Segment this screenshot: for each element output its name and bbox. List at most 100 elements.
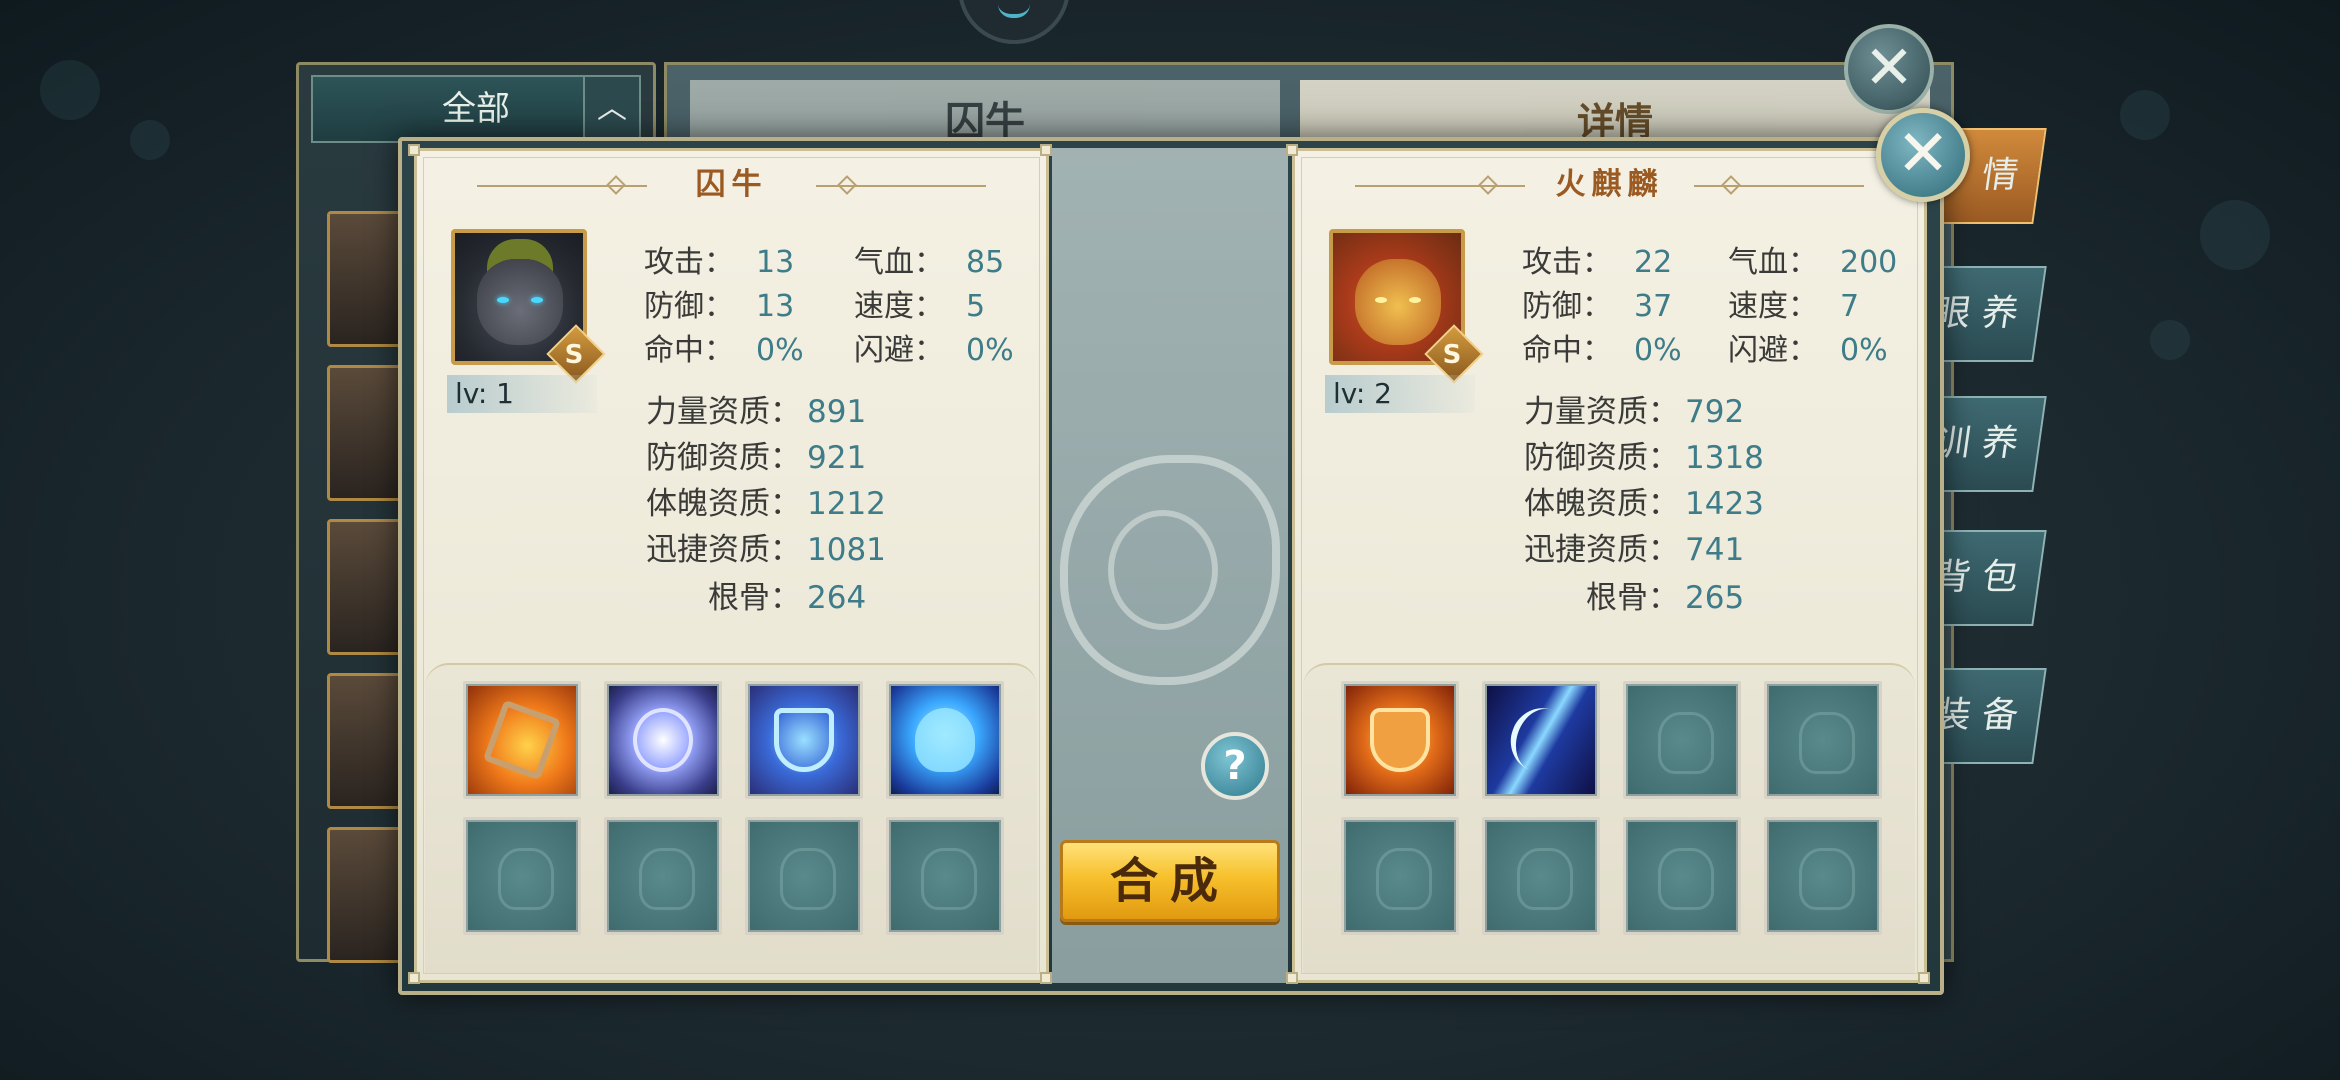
stat-speed: 速度： 7 (1728, 285, 1859, 329)
empty-skill-slot[interactable] (1623, 817, 1741, 935)
empty-skill-slot[interactable] (1764, 681, 1882, 799)
stat-label: 命中： (644, 333, 734, 368)
close-icon[interactable]: ✕ (1876, 108, 1970, 202)
corner-ornament (1918, 972, 1930, 984)
aptitude-root: 根骨： 265 (1295, 575, 1744, 621)
empty-skill-slot[interactable] (745, 817, 863, 935)
corner-ornament (408, 144, 420, 156)
claw-slash-skill-icon[interactable] (1482, 681, 1600, 799)
stat-attack: 攻击： 13 (644, 241, 794, 285)
stat-label: 速度： (1728, 289, 1818, 324)
corner-ornament (1286, 972, 1298, 984)
stat-value: 85 (966, 245, 1005, 280)
bokeh-light (130, 120, 170, 160)
fire-rune-skill-icon[interactable] (463, 681, 581, 799)
skill-art (774, 708, 834, 772)
shield-skill-icon[interactable] (745, 681, 863, 799)
stat-value: 0% (1840, 333, 1888, 368)
aptitude-value: 1212 (807, 486, 886, 522)
stat-value: 13 (756, 289, 795, 324)
aptitude-value: 891 (807, 394, 867, 430)
diamond-ornament-icon (606, 175, 626, 195)
divider (816, 185, 986, 187)
card-title-row: 囚牛 (417, 165, 1046, 205)
merge-button[interactable]: 合成 (1060, 840, 1280, 922)
stat-dodge: 闪避： 0% (854, 329, 1014, 373)
dragon-emblem-inner (1108, 510, 1218, 630)
eye (531, 297, 543, 303)
aptitude-defense: 防御资质： 1318 (1295, 435, 1764, 481)
empty-skill-slot[interactable] (463, 817, 581, 935)
top-handle[interactable] (958, 0, 1070, 44)
stat-label: 闪避： (854, 333, 944, 368)
corner-ornament (1286, 144, 1298, 156)
eye (1375, 297, 1387, 303)
skill-art (1501, 699, 1581, 781)
bokeh-light (40, 60, 100, 120)
aptitude-value: 1318 (1685, 440, 1764, 476)
empty-skill-slot[interactable] (1764, 817, 1882, 935)
skills-grid (425, 663, 1037, 973)
empty-skill-slot[interactable] (1623, 681, 1741, 799)
skill-art (633, 708, 693, 772)
pet-portrait[interactable]: S (451, 229, 606, 384)
empty-skill-slot[interactable] (1341, 817, 1459, 935)
aptitude-label: 体魄资质： (646, 486, 801, 522)
eye (1409, 297, 1421, 303)
heart-skill-icon[interactable] (886, 681, 1004, 799)
stat-defense: 防御： 37 (1522, 285, 1672, 329)
aptitude-label: 力量资质： (646, 394, 801, 430)
help-button[interactable]: ? (1201, 732, 1269, 800)
aptitude-label: 根骨： (1586, 580, 1679, 616)
spirit-orb-skill-icon[interactable] (604, 681, 722, 799)
divider (1694, 185, 1864, 187)
bokeh-light (2150, 320, 2190, 360)
stat-label: 气血： (1728, 245, 1818, 280)
aptitude-label: 体魄资质： (1524, 486, 1679, 522)
skills-grid (1303, 663, 1915, 973)
stat-value: 5 (966, 289, 986, 324)
stat-value: 0% (966, 333, 1014, 368)
aptitude-strength: 力量资质： 891 (417, 389, 866, 435)
empty-skill-slot[interactable] (604, 817, 722, 935)
corner-ornament (1040, 972, 1052, 984)
stat-dodge: 闪避： 0% (1728, 329, 1888, 373)
stat-hp: 气血： 85 (854, 241, 1004, 285)
skill-art (915, 708, 975, 772)
aptitude-value: 1081 (807, 532, 886, 568)
aptitude-value: 792 (1685, 394, 1745, 430)
flame-guard-skill-icon[interactable] (1341, 681, 1459, 799)
pet-name: 囚牛 (695, 167, 768, 202)
stat-value: 0% (1634, 333, 1682, 368)
aptitude-value: 921 (807, 440, 867, 476)
aptitude-value: 1423 (1685, 486, 1764, 522)
ox-beast-icon (477, 259, 563, 345)
pet-portrait[interactable]: S (1329, 229, 1484, 384)
right-pet-card: 火麒麟 S lv: 2 攻击： 22 气血： 200 防御： 37 速度： 7 … (1292, 148, 1927, 983)
stat-label: 速度： (854, 289, 944, 324)
stat-label: 攻击： (1522, 245, 1612, 280)
aptitude-value: 265 (1685, 580, 1745, 616)
aptitude-label: 防御资质： (1524, 440, 1679, 476)
aptitude-strength: 力量资质： 792 (1295, 389, 1744, 435)
corner-ornament (408, 972, 420, 984)
chevron-up-icon[interactable]: ︿ (583, 77, 639, 141)
aptitude-label: 迅捷资质： (646, 532, 801, 568)
filter-dropdown[interactable]: 全部 ︿ (311, 75, 641, 143)
aptitude-agility: 迅捷资质： 1081 (417, 527, 886, 573)
aptitude-physique: 体魄资质： 1212 (417, 481, 886, 527)
stat-value: 13 (756, 245, 795, 280)
stat-label: 攻击： (644, 245, 734, 280)
stat-label: 气血： (854, 245, 944, 280)
aptitude-value: 741 (1685, 532, 1745, 568)
bg-close-icon[interactable]: ✕ (1844, 24, 1934, 114)
stat-hp: 气血： 200 (1728, 241, 1897, 285)
stat-attack: 攻击： 22 (1522, 241, 1672, 285)
empty-skill-slot[interactable] (886, 817, 1004, 935)
aptitude-root: 根骨： 264 (417, 575, 866, 621)
divider (1355, 185, 1525, 187)
empty-skill-slot[interactable] (1482, 817, 1600, 935)
pet-name: 火麒麟 (1555, 167, 1664, 202)
corner-ornament (1040, 144, 1052, 156)
stat-value: 22 (1634, 245, 1673, 280)
